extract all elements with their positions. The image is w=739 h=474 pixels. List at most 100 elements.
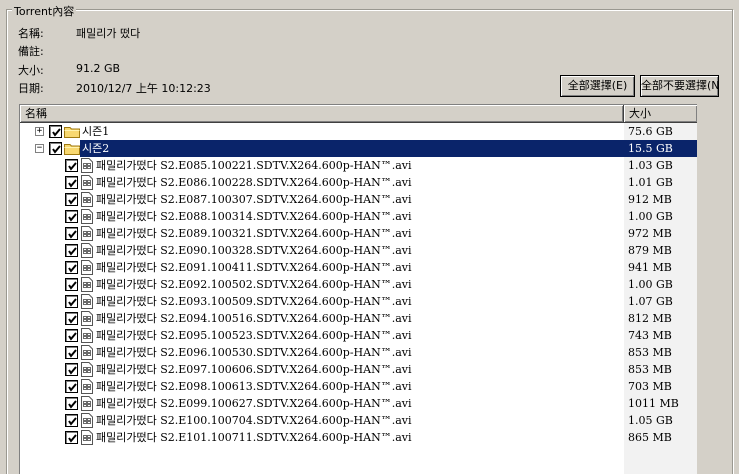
file-checkbox[interactable] xyxy=(65,414,78,427)
file-row[interactable]: 패밀리가떴다 S2.E091.100411.SDTV.X264.600p-HAN… xyxy=(20,259,698,276)
list-header: 名稱 大小 xyxy=(20,105,716,123)
file-row[interactable]: 패밀리가떴다 S2.E097.100606.SDTV.X264.600p-HAN… xyxy=(20,361,698,378)
file-checkbox[interactable] xyxy=(65,329,78,342)
folder-checkbox[interactable] xyxy=(49,142,62,155)
file-checkbox[interactable] xyxy=(65,159,78,172)
file-row[interactable]: 패밀리가떴다 S2.E090.100328.SDTV.X264.600p-HAN… xyxy=(20,242,698,259)
file-row[interactable]: 패밀리가떴다 S2.E089.100321.SDTV.X264.600p-HAN… xyxy=(20,225,698,242)
expand-icon[interactable]: + xyxy=(35,126,44,136)
file-name: 패밀리가떴다 S2.E097.100606.SDTV.X264.600p-HAN… xyxy=(96,363,412,376)
file-row[interactable]: 패밀리가떴다 S2.E085.100221.SDTV.X264.600p-HAN… xyxy=(20,157,698,174)
folder-checkbox[interactable] xyxy=(49,125,62,138)
file-name: 패밀리가떴다 S2.E089.100321.SDTV.X264.600p-HAN… xyxy=(96,227,412,240)
file-row[interactable]: 패밀리가떴다 S2.E098.100613.SDTV.X264.600p-HAN… xyxy=(20,378,698,395)
video-file-icon xyxy=(81,345,93,360)
file-row[interactable]: 패밀리가떴다 S2.E094.100516.SDTV.X264.600p-HAN… xyxy=(20,310,698,327)
folder-size: 75.6 GB xyxy=(628,125,673,138)
file-size: 1.07 GB xyxy=(628,295,673,308)
file-checkbox[interactable] xyxy=(65,176,78,189)
file-checkbox[interactable] xyxy=(65,278,78,291)
file-name: 패밀리가떴다 S2.E095.100523.SDTV.X264.600p-HAN… xyxy=(96,329,412,342)
file-name: 패밀리가떴다 S2.E091.100411.SDTV.X264.600p-HAN… xyxy=(96,261,412,274)
file-row[interactable]: 패밀리가떴다 S2.E086.100228.SDTV.X264.600p-HAN… xyxy=(20,174,698,191)
file-size: 853 MB xyxy=(628,363,672,376)
file-size: 1.01 GB xyxy=(628,176,673,189)
file-checkbox[interactable] xyxy=(65,210,78,223)
file-checkbox[interactable] xyxy=(65,227,78,240)
date-value: 2010/12/7 上午 10:12:23 xyxy=(76,82,211,95)
file-size: 912 MB xyxy=(628,193,672,206)
file-checkbox[interactable] xyxy=(65,193,78,206)
file-row[interactable]: 패밀리가떴다 S2.E095.100523.SDTV.X264.600p-HAN… xyxy=(20,327,698,344)
file-name: 패밀리가떴다 S2.E096.100530.SDTV.X264.600p-HAN… xyxy=(96,346,412,359)
select-all-button[interactable]: 全部選擇(E) xyxy=(560,75,635,97)
file-size: 1.05 GB xyxy=(628,414,673,427)
file-size: 1.00 GB xyxy=(628,278,673,291)
file-size: 853 MB xyxy=(628,346,672,359)
file-checkbox[interactable] xyxy=(65,261,78,274)
file-checkbox[interactable] xyxy=(65,346,78,359)
folder-row[interactable]: − 시즌2 15.5 GB xyxy=(20,140,698,157)
file-name: 패밀리가떴다 S2.E100.100704.SDTV.X264.600p-HAN… xyxy=(96,414,412,427)
file-checkbox[interactable] xyxy=(65,431,78,444)
vertical-scrollbar-area[interactable] xyxy=(697,104,717,474)
video-file-icon xyxy=(81,413,93,428)
folder-icon xyxy=(64,143,80,155)
size-label: 大小: xyxy=(18,64,44,77)
file-checkbox[interactable] xyxy=(65,295,78,308)
video-file-icon xyxy=(81,430,93,445)
folder-icon xyxy=(64,126,80,138)
file-checkbox[interactable] xyxy=(65,380,78,393)
video-file-icon xyxy=(81,328,93,343)
file-size: 879 MB xyxy=(628,244,672,257)
file-name: 패밀리가떴다 S2.E093.100509.SDTV.X264.600p-HAN… xyxy=(96,295,412,308)
select-none-button[interactable]: 全部不要選擇(N) xyxy=(640,75,719,97)
file-checkbox[interactable] xyxy=(65,312,78,325)
file-tree-list[interactable]: 名稱 大小 + 시즌1 75.6 GB − 시즌2 15.5 GB 패밀리가떴다 S2.E0… xyxy=(19,104,716,474)
file-name: 패밀리가떴다 S2.E088.100314.SDTV.X264.600p-HAN… xyxy=(96,210,412,223)
file-name: 패밀리가떴다 S2.E094.100516.SDTV.X264.600p-HAN… xyxy=(96,312,412,325)
file-row[interactable]: 패밀리가떴다 S2.E093.100509.SDTV.X264.600p-HAN… xyxy=(20,293,698,310)
video-file-icon xyxy=(81,294,93,309)
file-size: 703 MB xyxy=(628,380,672,393)
video-file-icon xyxy=(81,311,93,326)
size-value: 91.2 GB xyxy=(76,62,121,75)
file-name: 패밀리가떴다 S2.E098.100613.SDTV.X264.600p-HAN… xyxy=(96,380,412,393)
file-name: 패밀리가떴다 S2.E086.100228.SDTV.X264.600p-HAN… xyxy=(96,176,412,189)
file-row[interactable]: 패밀리가떴다 S2.E101.100711.SDTV.X264.600p-HAN… xyxy=(20,429,698,446)
file-size: 1011 MB xyxy=(628,397,679,410)
file-row[interactable]: 패밀리가떴다 S2.E088.100314.SDTV.X264.600p-HAN… xyxy=(20,208,698,225)
file-checkbox[interactable] xyxy=(65,397,78,410)
video-file-icon xyxy=(81,277,93,292)
file-size: 812 MB xyxy=(628,312,672,325)
group-title: Torrent內容 xyxy=(12,3,77,19)
file-row[interactable]: 패밀리가떴다 S2.E096.100530.SDTV.X264.600p-HAN… xyxy=(20,344,698,361)
video-file-icon xyxy=(81,362,93,377)
video-file-icon xyxy=(81,209,93,224)
file-row[interactable]: 패밀리가떴다 S2.E100.100704.SDTV.X264.600p-HAN… xyxy=(20,412,698,429)
name-label: 名稱: xyxy=(18,27,44,40)
name-value: 패밀리가 떴다 xyxy=(76,27,141,40)
file-size: 865 MB xyxy=(628,431,672,444)
file-checkbox[interactable] xyxy=(65,363,78,376)
selection-highlight xyxy=(80,140,697,157)
column-header-size[interactable]: 大小 xyxy=(624,105,698,123)
video-file-icon xyxy=(81,396,93,411)
folder-name: 시즌1 xyxy=(82,125,110,138)
folder-row[interactable]: + 시즌1 75.6 GB xyxy=(20,123,698,140)
video-file-icon xyxy=(81,243,93,258)
video-file-icon xyxy=(81,175,93,190)
video-file-icon xyxy=(81,158,93,173)
file-size: 972 MB xyxy=(628,227,672,240)
file-size: 743 MB xyxy=(628,329,672,342)
file-row[interactable]: 패밀리가떴다 S2.E092.100502.SDTV.X264.600p-HAN… xyxy=(20,276,698,293)
file-row[interactable]: 패밀리가떴다 S2.E087.100307.SDTV.X264.600p-HAN… xyxy=(20,191,698,208)
file-size: 1.03 GB xyxy=(628,159,673,172)
file-name: 패밀리가떴다 S2.E099.100627.SDTV.X264.600p-HAN… xyxy=(96,397,412,410)
file-name: 패밀리가떴다 S2.E087.100307.SDTV.X264.600p-HAN… xyxy=(96,193,412,206)
file-checkbox[interactable] xyxy=(65,244,78,257)
collapse-icon[interactable]: − xyxy=(35,143,44,153)
column-header-name[interactable]: 名稱 xyxy=(20,105,624,123)
comment-label: 備註: xyxy=(18,45,44,58)
file-row[interactable]: 패밀리가떴다 S2.E099.100627.SDTV.X264.600p-HAN… xyxy=(20,395,698,412)
